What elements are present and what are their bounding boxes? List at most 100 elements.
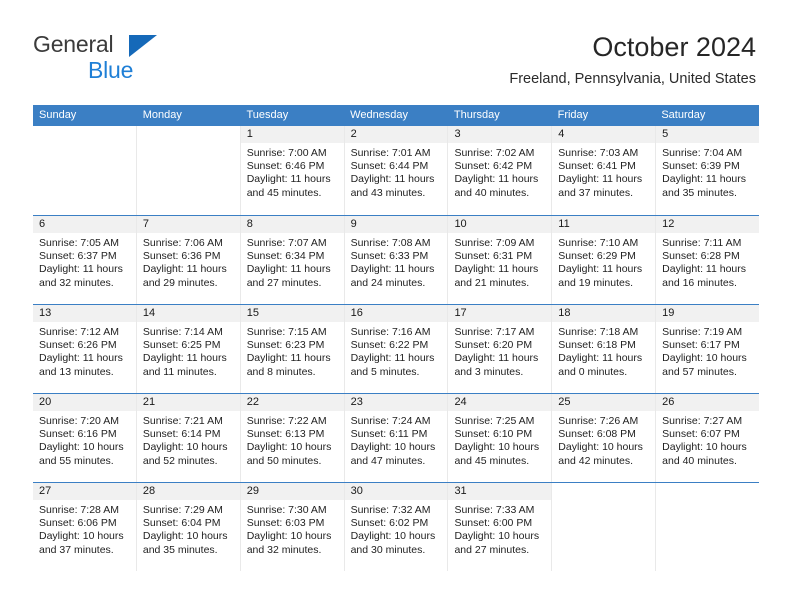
day-cell[interactable]: 26 Sunrise: 7:27 AM Sunset: 6:07 PM Dayligh… xyxy=(655,394,760,482)
sun-info: Sunrise: 7:33 AM Sunset: 6:00 PM Daylight:… xyxy=(448,500,551,557)
day-number: 4 xyxy=(552,126,656,143)
daylight-text-cont: and 37 minutes. xyxy=(39,543,114,556)
sunset-text: Sunset: 6:02 PM xyxy=(350,517,429,530)
day-cell[interactable]: 30 Sunrise: 7:32 AM Sunset: 6:02 PM Dayligh… xyxy=(343,483,448,571)
sun-info: Sunrise: 7:08 AM Sunset: 6:33 PM Daylight:… xyxy=(345,233,448,290)
day-cell[interactable]: 23 Sunrise: 7:24 AM Sunset: 6:11 PM Dayligh… xyxy=(343,394,448,482)
sunset-text: Sunset: 6:00 PM xyxy=(454,517,533,530)
daylight-text-cont: and 27 minutes. xyxy=(246,276,322,289)
day-cell[interactable]: 8 Sunrise: 7:07 AM Sunset: 6:34 PM Daylight… xyxy=(239,216,344,304)
day-cell[interactable]: 16 Sunrise: 7:16 AM Sunset: 6:22 PM Dayligh… xyxy=(343,305,448,393)
sunrise-text: Sunrise: 7:08 AM xyxy=(350,237,431,249)
sun-info: Sunrise: 7:16 AM Sunset: 6:22 PM Daylight:… xyxy=(345,322,448,379)
day-number: 17 xyxy=(448,305,552,322)
day-cell[interactable]: 12 Sunrise: 7:11 AM Sunset: 6:28 PM Dayligh… xyxy=(655,216,760,304)
daylight-text: Daylight: 10 hours xyxy=(246,530,332,543)
day-number: 30 xyxy=(344,483,448,500)
day-cell[interactable]: 18 Sunrise: 7:18 AM Sunset: 6:18 PM Dayligh… xyxy=(551,305,656,393)
sun-info: Sunrise: 7:18 AM Sunset: 6:18 PM Daylight:… xyxy=(552,322,655,379)
sun-info: Sunrise: 7:15 AM Sunset: 6:23 PM Daylight:… xyxy=(241,322,344,379)
day-number: 29 xyxy=(240,483,344,500)
day-number xyxy=(33,126,136,143)
sun-info: Sunrise: 7:05 AM Sunset: 6:37 PM Daylight:… xyxy=(33,233,136,290)
sunrise-text: Sunrise: 7:17 AM xyxy=(454,326,535,338)
daylight-text-cont: and 43 minutes. xyxy=(350,186,426,199)
daylight-text-cont: and 35 minutes. xyxy=(142,543,218,556)
weekday-header-saturday: Saturday xyxy=(661,109,706,121)
sun-info: Sunrise: 7:22 AM Sunset: 6:13 PM Daylight:… xyxy=(241,411,344,468)
sun-info: Sunrise: 7:01 AM Sunset: 6:44 PM Daylight:… xyxy=(345,143,448,200)
day-number: 14 xyxy=(136,305,240,322)
day-cell[interactable]: 13 Sunrise: 7:12 AM Sunset: 6:26 PM Dayligh… xyxy=(33,305,136,393)
sunset-text: Sunset: 6:34 PM xyxy=(246,250,325,263)
sunset-text: Sunset: 6:26 PM xyxy=(39,339,117,352)
daylight-text: Daylight: 11 hours xyxy=(558,173,643,186)
triangle-icon xyxy=(129,35,157,57)
daylight-text-cont: and 16 minutes. xyxy=(662,276,737,289)
sunset-text: Sunset: 6:28 PM xyxy=(662,250,740,263)
sunrise-text: Sunrise: 7:20 AM xyxy=(39,415,119,427)
day-cell[interactable]: 7 Sunrise: 7:06 AM Sunset: 6:36 PM Daylight… xyxy=(135,216,240,304)
day-number: 26 xyxy=(656,394,760,411)
sun-info: Sunrise: 7:04 AM Sunset: 6:39 PM Daylight:… xyxy=(656,143,759,200)
sunrise-text: Sunrise: 7:07 AM xyxy=(246,237,327,249)
daylight-text: Daylight: 10 hours xyxy=(350,441,436,454)
day-cell[interactable]: 21 Sunrise: 7:21 AM Sunset: 6:14 PM Dayligh… xyxy=(135,394,240,482)
sunset-text: Sunset: 6:25 PM xyxy=(142,339,221,352)
sunset-text: Sunset: 6:03 PM xyxy=(246,517,325,530)
sunset-text: Sunset: 6:16 PM xyxy=(39,428,117,441)
daylight-text: Daylight: 11 hours xyxy=(142,352,227,365)
day-cell[interactable]: 19 Sunrise: 7:19 AM Sunset: 6:17 PM Dayligh… xyxy=(655,305,760,393)
weekday-header-friday: Friday xyxy=(557,109,589,121)
sunset-text: Sunset: 6:41 PM xyxy=(558,160,636,173)
sun-info: Sunrise: 7:14 AM Sunset: 6:25 PM Daylight:… xyxy=(137,322,240,379)
day-cell[interactable]: 28 Sunrise: 7:29 AM Sunset: 6:04 PM Dayligh… xyxy=(135,483,240,571)
day-cell[interactable]: 9 Sunrise: 7:08 AM Sunset: 6:33 PM Daylight… xyxy=(343,216,448,304)
sunrise-text: Sunrise: 7:06 AM xyxy=(142,237,223,249)
calendar-weeks: 1 Sunrise: 7:00 AM Sunset: 6:46 PM Daylight… xyxy=(33,126,760,571)
day-cell[interactable]: 11 Sunrise: 7:10 AM Sunset: 6:29 PM Dayligh… xyxy=(551,216,656,304)
daylight-text-cont: and 40 minutes. xyxy=(662,454,737,467)
day-number xyxy=(656,483,759,500)
day-cell[interactable]: 27 Sunrise: 7:28 AM Sunset: 6:06 PM Dayligh… xyxy=(33,483,136,571)
day-cell[interactable]: 4 Sunrise: 7:03 AM Sunset: 6:41 PM Daylight… xyxy=(551,126,656,215)
sunset-text: Sunset: 6:18 PM xyxy=(558,339,636,352)
day-cell-empty xyxy=(551,483,655,571)
sunset-text: Sunset: 6:23 PM xyxy=(246,339,325,352)
daylight-text: Daylight: 11 hours xyxy=(350,263,435,276)
sunset-text: Sunset: 6:31 PM xyxy=(454,250,533,263)
day-cell[interactable]: 10 Sunrise: 7:09 AM Sunset: 6:31 PM Dayligh… xyxy=(447,216,552,304)
day-cell[interactable]: 6 Sunrise: 7:05 AM Sunset: 6:37 PM Daylight… xyxy=(33,216,136,304)
sun-info: Sunrise: 7:17 AM Sunset: 6:20 PM Daylight:… xyxy=(448,322,551,379)
day-cell[interactable]: 2 Sunrise: 7:01 AM Sunset: 6:44 PM Daylight… xyxy=(343,126,448,215)
daylight-text: Daylight: 10 hours xyxy=(39,441,124,454)
day-cell[interactable]: 1 Sunrise: 7:00 AM Sunset: 6:46 PM Daylight… xyxy=(239,126,344,215)
day-cell[interactable]: 5 Sunrise: 7:04 AM Sunset: 6:39 PM Daylight… xyxy=(655,126,760,215)
day-number: 18 xyxy=(552,305,656,322)
general-blue-logo[interactable]: General Blue xyxy=(33,33,233,83)
day-number: 6 xyxy=(33,216,136,233)
daylight-text: Daylight: 11 hours xyxy=(39,263,123,276)
day-cell[interactable]: 22 Sunrise: 7:22 AM Sunset: 6:13 PM Dayligh… xyxy=(239,394,344,482)
day-cell[interactable]: 15 Sunrise: 7:15 AM Sunset: 6:23 PM Dayligh… xyxy=(239,305,344,393)
daylight-text: Daylight: 10 hours xyxy=(246,441,332,454)
day-cell[interactable]: 20 Sunrise: 7:20 AM Sunset: 6:16 PM Dayligh… xyxy=(33,394,136,482)
day-number: 2 xyxy=(344,126,448,143)
day-cell[interactable]: 25 Sunrise: 7:26 AM Sunset: 6:08 PM Dayligh… xyxy=(551,394,656,482)
sunrise-text: Sunrise: 7:11 AM xyxy=(662,237,742,249)
sun-info: Sunrise: 7:10 AM Sunset: 6:29 PM Daylight:… xyxy=(552,233,655,290)
day-cell[interactable]: 24 Sunrise: 7:25 AM Sunset: 6:10 PM Dayligh… xyxy=(447,394,552,482)
day-cell[interactable]: 29 Sunrise: 7:30 AM Sunset: 6:03 PM Dayligh… xyxy=(239,483,344,571)
sun-info: Sunrise: 7:25 AM Sunset: 6:10 PM Daylight:… xyxy=(448,411,551,468)
day-cell[interactable]: 3 Sunrise: 7:02 AM Sunset: 6:42 PM Daylight… xyxy=(447,126,552,215)
daylight-text: Daylight: 11 hours xyxy=(558,263,643,276)
sunset-text: Sunset: 6:29 PM xyxy=(558,250,636,263)
day-number: 16 xyxy=(344,305,448,322)
sunrise-text: Sunrise: 7:26 AM xyxy=(558,415,639,427)
day-cell[interactable]: 14 Sunrise: 7:14 AM Sunset: 6:25 PM Dayligh… xyxy=(135,305,240,393)
day-cell[interactable]: 31 Sunrise: 7:33 AM Sunset: 6:00 PM Dayligh… xyxy=(447,483,552,571)
day-number: 9 xyxy=(344,216,448,233)
weekday-header-monday: Monday xyxy=(142,109,182,121)
day-cell[interactable]: 17 Sunrise: 7:17 AM Sunset: 6:20 PM Dayligh… xyxy=(447,305,552,393)
day-number: 22 xyxy=(240,394,344,411)
